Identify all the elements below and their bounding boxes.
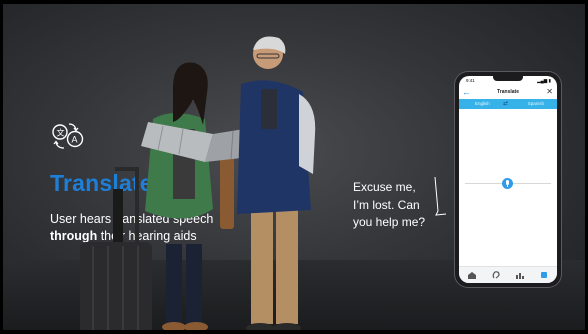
home-icon[interactable] [467,271,477,279]
close-icon[interactable]: ✕ [546,86,553,98]
phone-screen: 9:41 ▂▄▆ ▮ ← Translate ✕ English ⇄ Spani… [459,76,557,283]
microphone-icon[interactable] [502,178,513,189]
bottom-nav [459,266,557,283]
speech-line: you help me? [353,215,426,229]
phone-notch [493,76,523,81]
language-from[interactable]: English [475,101,490,106]
woman [145,62,234,330]
man [237,36,316,330]
hearing-icon[interactable] [491,271,501,279]
travelers-illustration [80,36,316,330]
language-bar: English ⇄ Spanish [459,99,557,109]
phone: 9:41 ▂▄▆ ▮ ← Translate ✕ English ⇄ Spani… [455,72,561,287]
suitcase [80,167,152,330]
app-bar: ← Translate ✕ [459,86,557,98]
stats-icon[interactable] [515,271,525,279]
slide: 文 A Translate User hears translated spee… [3,4,585,330]
speech-line: I’m lost. Can [353,197,420,212]
language-to[interactable]: Spanish [528,101,544,106]
speech-pointer-icon [434,177,447,216]
screen-title: Translate [497,89,519,95]
status-time: 9:41 [466,78,475,83]
speech-line: Excuse me, [353,180,416,194]
settings-icon[interactable] [539,271,549,279]
speech-text: Excuse me, I’m lost. Can you help me? [353,179,425,232]
swap-arrows-icon[interactable]: ⇄ [503,100,508,107]
status-bar: 9:41 ▂▄▆ ▮ [459,76,557,86]
signal-battery-icon: ▂▄▆ ▮ [537,78,551,83]
